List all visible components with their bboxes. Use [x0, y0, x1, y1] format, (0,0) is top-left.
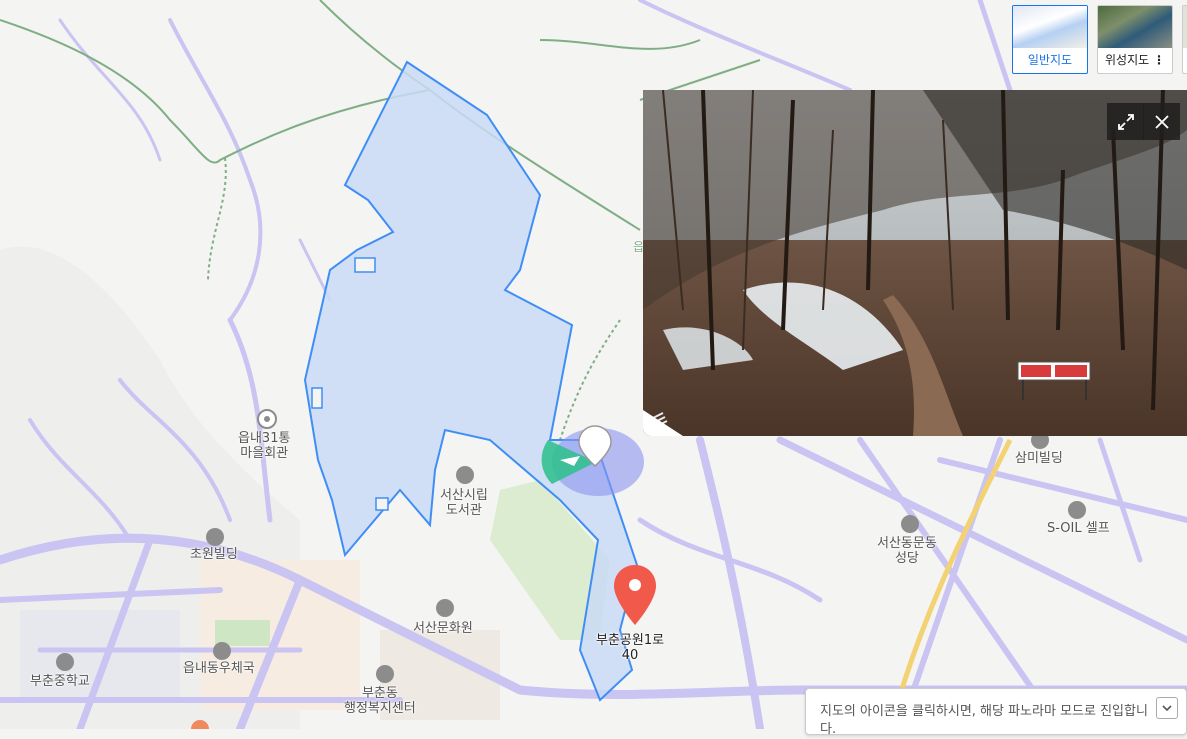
label-post-office[interactable]: 읍내동우체국 [183, 661, 255, 676]
map-type-satellite-label: 위성지도 [1105, 53, 1150, 67]
location-pin-icon[interactable] [611, 563, 659, 627]
panorama-pin-icon[interactable] [577, 424, 613, 468]
satellite-map-thumbnail [1098, 6, 1172, 48]
label-chowon[interactable]: 초원빌딩 [190, 547, 238, 562]
label-eupnae31[interactable]: 읍내31통 마을회관 [238, 431, 290, 461]
map-type-partial [1182, 5, 1187, 74]
label-soil[interactable]: S-OIL 셀프 [1047, 521, 1110, 536]
label-welfare-center[interactable]: 부춘동 행정복지센터 [344, 686, 416, 716]
marker-address: 부춘공원1로 40 [596, 633, 665, 663]
normal-map-thumbnail [1013, 6, 1087, 48]
label-samil[interactable]: 삼미빌딩 [1015, 451, 1063, 466]
notice-text: 지도의 아이콘을 클릭하시면, 해당 파노라마 모드로 진입합니다. [820, 704, 1148, 737]
map-type-normal-label: 일반지도 [1027, 53, 1073, 67]
panorama-viewer[interactable] [643, 90, 1187, 436]
expand-icon[interactable] [1107, 103, 1144, 140]
chevron-down-icon[interactable] [1156, 697, 1178, 719]
panorama-notice: 지도의 아이콘을 클릭하시면, 해당 파노라마 모드로 진입합니다. [805, 688, 1187, 737]
panorama-image[interactable] [643, 90, 1187, 436]
label-library[interactable]: 서산시립 도서관 [440, 488, 488, 518]
label-culture-center[interactable]: 서산문화원 [413, 621, 473, 636]
map-type-normal-button[interactable]: 일반지도 [1012, 5, 1088, 74]
map-type-satellite-button[interactable]: 위성지도 ⋮ [1097, 5, 1173, 74]
more-options-icon[interactable]: ⋮ [1153, 53, 1165, 67]
label-middle-school[interactable]: 부춘중학교 [30, 674, 90, 689]
label-church[interactable]: 서산동문동 성당 [877, 536, 937, 566]
close-icon[interactable] [1143, 103, 1180, 140]
